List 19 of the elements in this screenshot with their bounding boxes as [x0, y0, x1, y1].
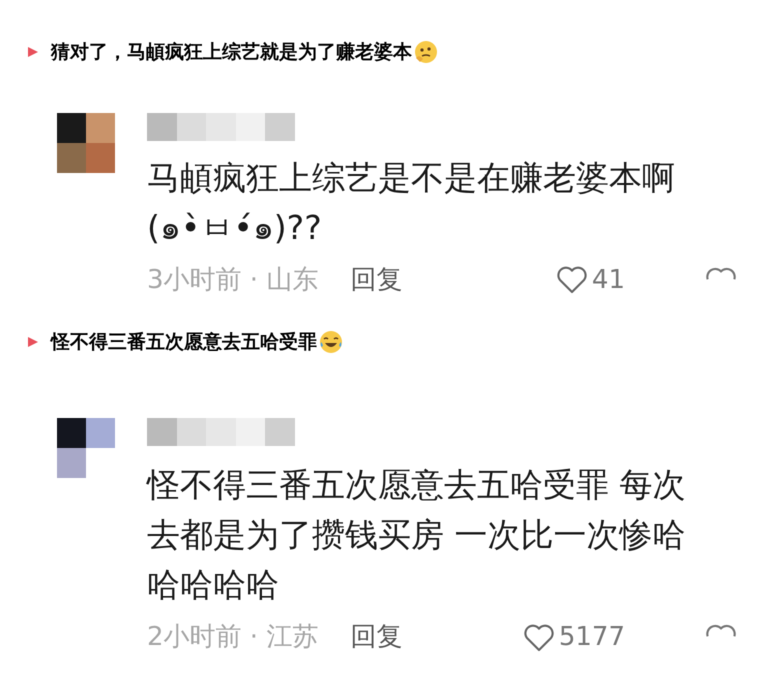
heart-icon[interactable] [556, 265, 588, 295]
comment-text-line: 怪不得三番五次愿意去五哈受罪 每次 [147, 464, 686, 506]
like-count: 5177 [558, 621, 625, 654]
section-heading: 怪不得三番五次愿意去五哈受罪 [51, 330, 317, 354]
reply-button[interactable]: 回复 [350, 618, 402, 657]
comment-text-line: 马頔疯狂上综艺是不是在赚老婆本啊 [147, 156, 676, 198]
section-heading: 猜对了，马頔疯狂上综艺就是为了赚老婆本 [51, 40, 412, 65]
heart-icon[interactable] [522, 622, 555, 652]
triangle-bullet-icon [27, 46, 39, 58]
triangle-bullet-icon [27, 336, 39, 348]
thinking-face-icon [414, 40, 438, 64]
laughing-face-icon [319, 330, 343, 354]
reply-button[interactable]: 回复 [350, 260, 402, 300]
comment-text-line: 哈哈哈哈 [147, 564, 280, 606]
like-count: 41 [592, 264, 625, 296]
comment-time-location: 2小时前 · 江苏 [147, 621, 318, 654]
comment-text-line: (๑•̀ㅂ•́๑)?? [147, 206, 323, 248]
comment-time-location: 3小时前 · 山东 [147, 264, 318, 296]
comment-text-line: 去都是为了攒钱买房 一次比一次惨哈 [147, 514, 686, 556]
